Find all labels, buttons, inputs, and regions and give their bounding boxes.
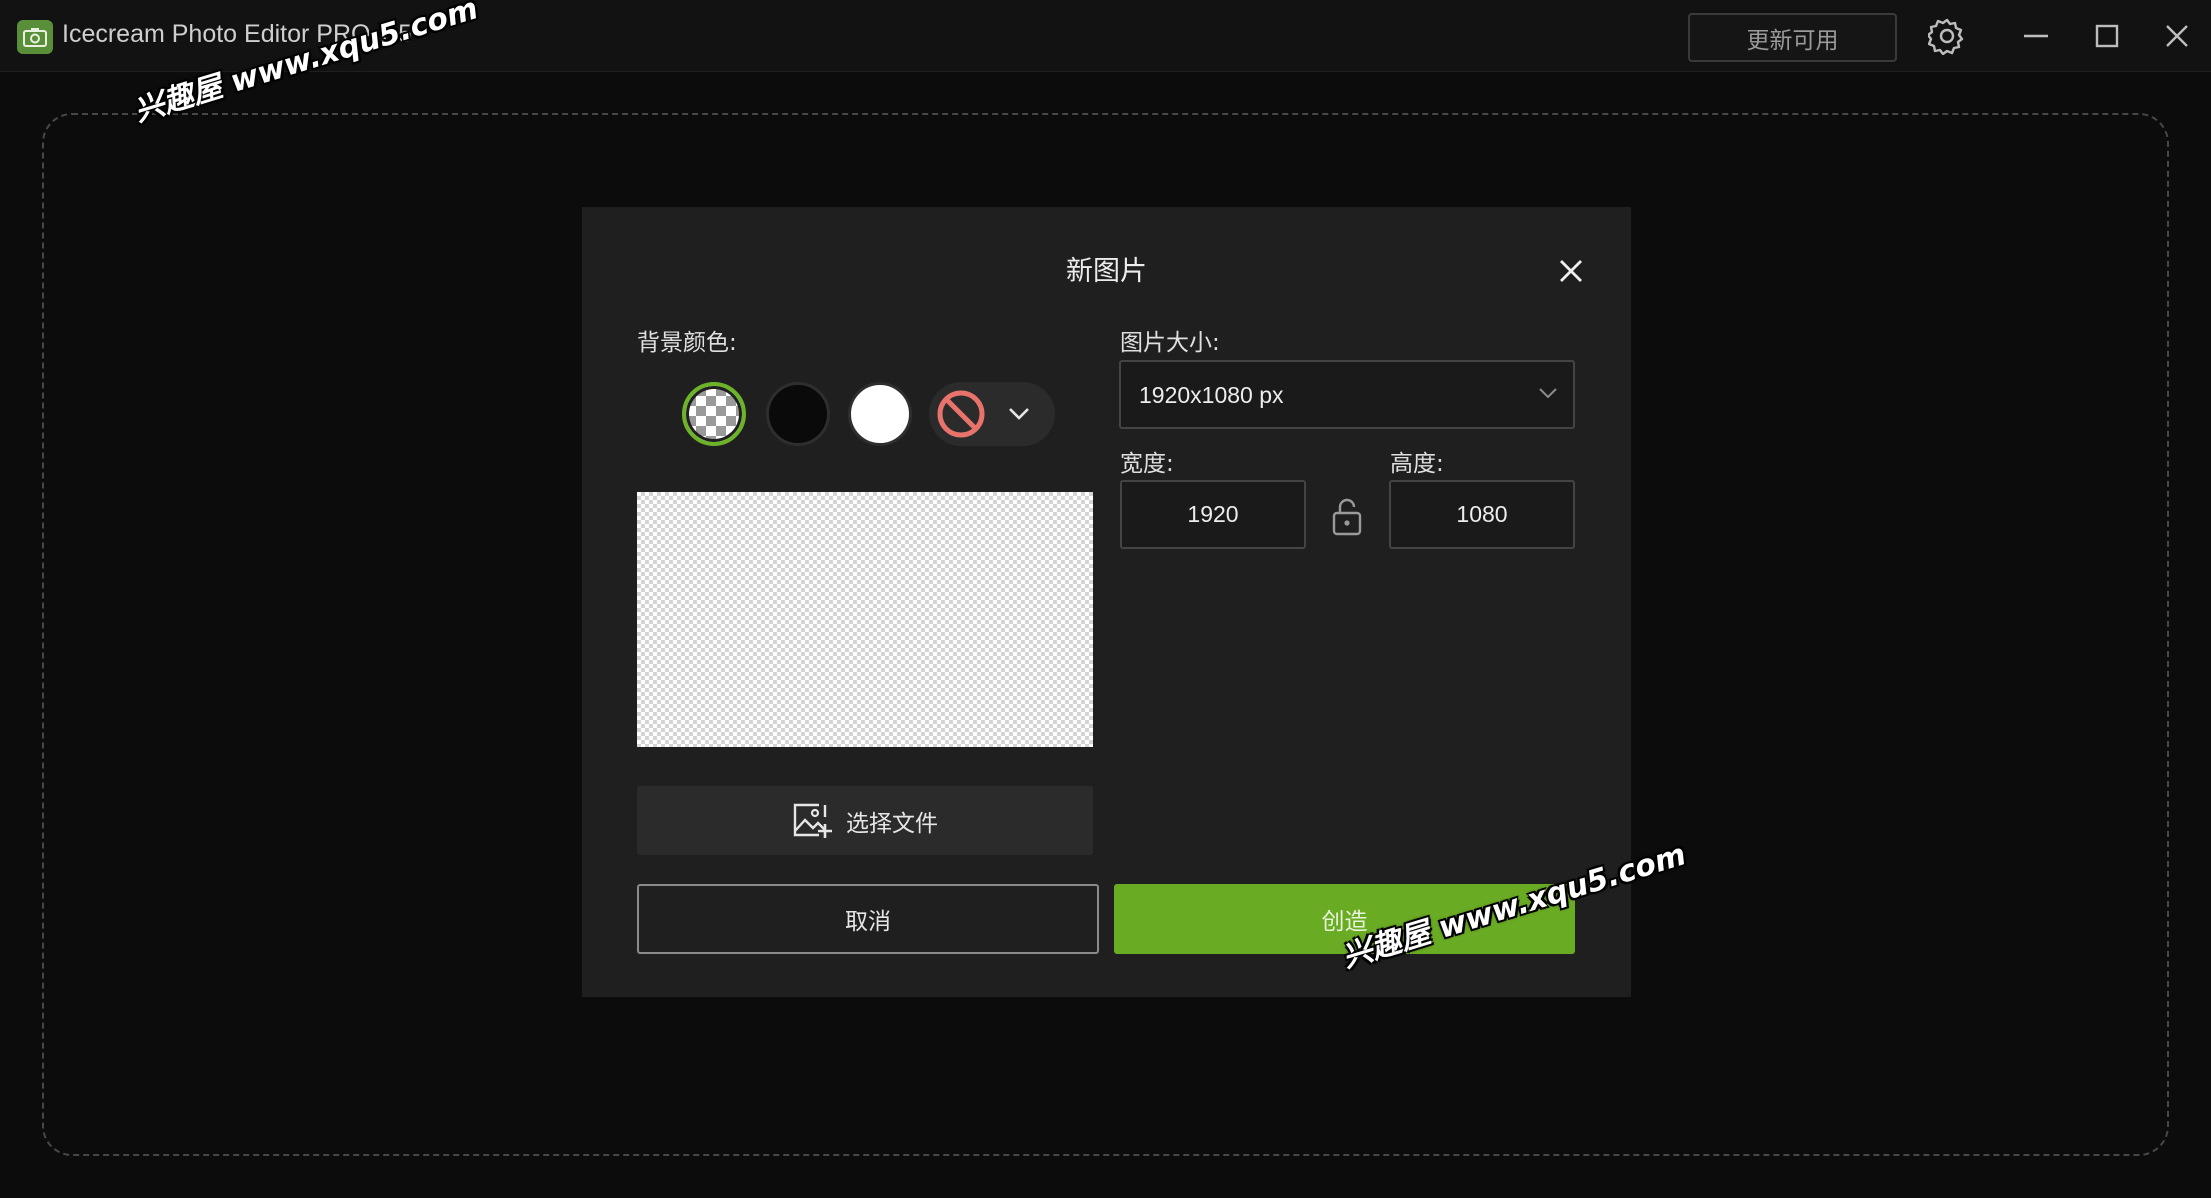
height-field[interactable]	[1389, 480, 1575, 549]
settings-gear-icon[interactable]	[1925, 14, 1969, 58]
image-size-value: 1920x1080 px	[1139, 382, 1284, 408]
swatch-black[interactable]	[766, 382, 830, 446]
swatch-transparent[interactable]	[682, 382, 746, 446]
width-label: 宽度:	[1120, 451, 1174, 477]
no-color-icon	[937, 390, 985, 438]
update-available-button[interactable]: 更新可用	[1688, 13, 1897, 62]
transparent-preview	[637, 492, 1093, 747]
cancel-button[interactable]: 取消	[637, 884, 1099, 954]
close-window-icon[interactable]	[2155, 14, 2199, 58]
image-size-select[interactable]: 1920x1080 px	[1119, 360, 1575, 429]
choose-file-label: 选择文件	[846, 810, 938, 837]
height-label: 高度:	[1390, 451, 1444, 477]
swatch-white[interactable]	[848, 382, 912, 446]
maximize-icon[interactable]	[2085, 14, 2129, 58]
width-field[interactable]	[1120, 480, 1306, 549]
new-image-dialog: 新图片 背景颜色: 选择文件 图片大小: 1920x1080 px 宽度: 高度…	[582, 207, 1631, 997]
more-colors-dropdown[interactable]	[929, 382, 1055, 446]
background-color-label: 背景颜色:	[637, 330, 737, 356]
dialog-close-icon[interactable]	[1551, 251, 1591, 291]
app-camera-icon	[17, 20, 53, 54]
add-image-icon	[793, 803, 832, 838]
dialog-title: 新图片	[1066, 256, 1147, 287]
chevron-down-icon	[1009, 408, 1029, 420]
chevron-down-icon	[1539, 388, 1557, 399]
minimize-icon[interactable]	[2014, 14, 2058, 58]
choose-file-button[interactable]: 选择文件	[637, 786, 1093, 855]
aspect-lock-icon[interactable]	[1327, 495, 1367, 539]
image-size-label: 图片大小:	[1120, 330, 1220, 356]
